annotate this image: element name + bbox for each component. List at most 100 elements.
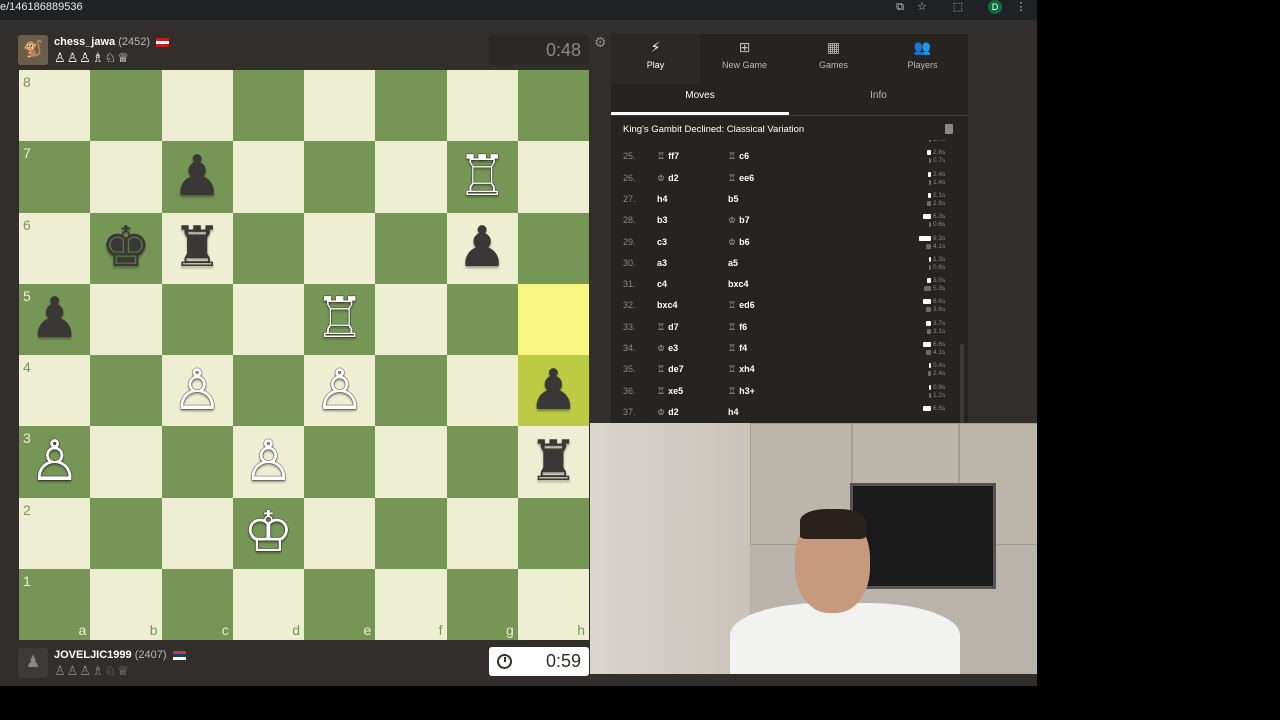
chess-board[interactable]: 8 7 ♟ ♖ 6 ♚ ♜ ♟ 5 ♟ ♖ 4 ♙ ♙ ♟ 3 ♙ ♙ ♜ 2 ♔ 1 a b c d e f g h (19, 70, 589, 640)
square-e7[interactable] (304, 141, 376, 213)
square-f3[interactable] (375, 426, 447, 498)
square-g3[interactable] (446, 426, 518, 498)
square-c6[interactable]: ♜ (161, 212, 233, 284)
bottom-player-name[interactable]: JOVELJIC1999 (54, 649, 132, 661)
square-c3[interactable] (161, 426, 233, 498)
bookmark-star-icon[interactable]: ☆ (914, 0, 930, 14)
square-c5[interactable] (161, 283, 233, 355)
black-move[interactable]: bxc4 (728, 279, 749, 289)
square-c7[interactable]: ♟ (161, 141, 233, 213)
square-a6[interactable]: 6 (19, 212, 91, 284)
white-move[interactable]: ♖ de7 (657, 364, 684, 375)
profile-avatar[interactable]: D (988, 0, 1002, 14)
move-list[interactable]: 24.♟g7♖e83.4s25.♖ff7♖c62.8s0.7s26.♔d2♖ee… (611, 140, 961, 444)
tab-moves[interactable]: Moves (611, 84, 789, 115)
square-h7[interactable] (517, 141, 589, 213)
white-move[interactable]: b3 (657, 215, 668, 225)
square-g1[interactable]: g (446, 568, 518, 640)
browser-menu-icon[interactable]: ⋮ (1013, 0, 1029, 14)
square-h8[interactable] (517, 70, 589, 142)
square-d3[interactable]: ♙ (232, 426, 304, 498)
square-h3[interactable]: ♜ (517, 426, 589, 498)
square-a8[interactable]: 8 (19, 70, 91, 142)
black-move[interactable]: ♖ xh4 (728, 364, 755, 375)
opening-book-icon[interactable] (945, 124, 953, 134)
nav-new-game[interactable]: ⊞ New Game (700, 34, 789, 84)
square-g2[interactable] (446, 497, 518, 569)
cast-icon[interactable]: ⧉ (892, 0, 908, 14)
top-player-avatar[interactable]: 🐒 (18, 35, 48, 65)
square-e4[interactable]: ♙ (304, 355, 376, 427)
square-a2[interactable]: 2 (19, 497, 91, 569)
tab-info[interactable]: Info (789, 84, 968, 115)
piece-g6[interactable]: ♟ (447, 213, 518, 284)
settings-gear-icon[interactable]: ⚙ (594, 34, 607, 51)
white-move[interactable]: ♔ d2 (657, 173, 679, 184)
square-e5[interactable]: ♖ (304, 283, 376, 355)
black-move[interactable]: ♖ f6 (728, 322, 747, 333)
address-bar[interactable]: e/146186889536 (0, 0, 83, 14)
piece-e4[interactable]: ♙ (304, 355, 375, 426)
square-f2[interactable] (375, 497, 447, 569)
square-a4[interactable]: 4 (19, 355, 91, 427)
square-a7[interactable]: 7 (19, 141, 91, 213)
nav-games[interactable]: ▦ Games (789, 34, 878, 84)
square-f7[interactable] (375, 141, 447, 213)
piece-a5[interactable]: ♟ (19, 284, 90, 355)
square-c2[interactable] (161, 497, 233, 569)
piece-c6[interactable]: ♜ (162, 213, 233, 284)
nav-players[interactable]: 👥 Players (878, 34, 967, 84)
white-move[interactable]: c4 (657, 279, 667, 289)
square-c1[interactable]: c (161, 568, 233, 640)
black-move[interactable]: ♖ ed6 (728, 300, 755, 311)
black-move[interactable]: ♖ ee6 (728, 173, 754, 184)
square-b1[interactable]: b (90, 568, 162, 640)
square-f4[interactable] (375, 355, 447, 427)
top-player-name[interactable]: chess_jawa (54, 36, 115, 48)
square-b4[interactable] (90, 355, 162, 427)
square-g6[interactable]: ♟ (446, 212, 518, 284)
extensions-icon[interactable]: ⬚ (950, 0, 966, 14)
square-d8[interactable] (232, 70, 304, 142)
black-move[interactable]: ♖ h3+ (728, 386, 755, 397)
square-a1[interactable]: 1a (19, 568, 91, 640)
black-move[interactable]: ♖ c6 (728, 151, 749, 162)
square-f1[interactable]: f (375, 568, 447, 640)
bottom-player-avatar[interactable]: ♟ (18, 648, 48, 678)
white-move[interactable]: ♖ d7 (657, 322, 679, 333)
square-h6[interactable] (517, 212, 589, 284)
black-move[interactable]: ♔ b7 (728, 215, 750, 226)
piece-b6[interactable]: ♚ (90, 213, 161, 284)
piece-d2[interactable]: ♔ (233, 498, 304, 569)
piece-a3[interactable]: ♙ (19, 426, 90, 497)
piece-d3[interactable]: ♙ (233, 426, 304, 497)
square-e3[interactable] (304, 426, 376, 498)
square-b3[interactable] (90, 426, 162, 498)
black-move[interactable]: h4 (728, 407, 739, 417)
white-move[interactable]: ♖ ff7 (657, 151, 679, 162)
piece-c4[interactable]: ♙ (162, 355, 233, 426)
black-move[interactable]: ♖e8 (728, 140, 749, 141)
square-e2[interactable] (304, 497, 376, 569)
black-move[interactable]: ♔ b6 (728, 237, 750, 248)
white-move[interactable]: ♔ e3 (657, 343, 678, 354)
piece-c7[interactable]: ♟ (162, 141, 233, 212)
white-move[interactable]: ♔ d2 (657, 407, 679, 418)
square-d2[interactable]: ♔ (232, 497, 304, 569)
piece-g7[interactable]: ♖ (447, 141, 518, 212)
square-e6[interactable] (304, 212, 376, 284)
square-h5[interactable] (517, 283, 589, 355)
square-a5[interactable]: 5 ♟ (19, 283, 91, 355)
square-f5[interactable] (375, 283, 447, 355)
square-d4[interactable] (232, 355, 304, 427)
square-a3[interactable]: 3 ♙ (19, 426, 91, 498)
square-b8[interactable] (90, 70, 162, 142)
white-move[interactable]: ♖ xe5 (657, 386, 683, 397)
white-move[interactable]: bxc4 (657, 300, 678, 310)
black-move[interactable]: a5 (728, 258, 738, 268)
square-b7[interactable] (90, 141, 162, 213)
square-b5[interactable] (90, 283, 162, 355)
square-d7[interactable] (232, 141, 304, 213)
square-h2[interactable] (517, 497, 589, 569)
square-d6[interactable] (232, 212, 304, 284)
